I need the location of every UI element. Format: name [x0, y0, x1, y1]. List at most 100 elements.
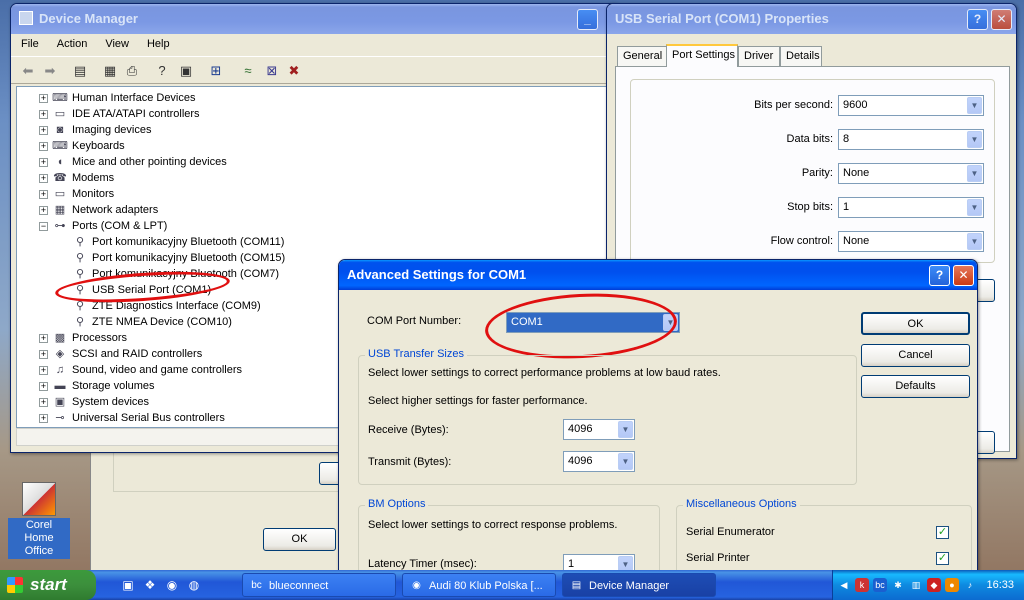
windows-logo-icon: [7, 577, 23, 593]
advanced-ok-button[interactable]: OK: [861, 312, 970, 335]
update-driver-icon[interactable]: ≈: [239, 62, 257, 80]
tray-update-icon[interactable]: ●: [945, 578, 959, 592]
start-button[interactable]: start: [0, 570, 96, 600]
com-port-select[interactable]: COM1 ▼: [506, 312, 680, 333]
tree-item-device[interactable]: ⚲ Port komunikacyjny Bluetooth (COM11): [17, 234, 607, 250]
receive-value: 4096: [568, 423, 593, 435]
tree-item-category[interactable]: + ▭ IDE ATA/ATAPI controllers: [17, 106, 607, 122]
chevron-down-icon[interactable]: ▼: [967, 199, 982, 216]
expand-icon[interactable]: +: [39, 366, 48, 375]
tree-item-category[interactable]: + ◙ Imaging devices: [17, 122, 607, 138]
tray-network-icon[interactable]: ▥: [909, 578, 923, 592]
tree-item-category[interactable]: + ☎ Modems: [17, 170, 607, 186]
uninstall-icon[interactable]: ✖: [285, 62, 303, 80]
task-chrome[interactable]: ◉ Audi 80 Klub Polska [...: [402, 573, 556, 597]
quicklaunch-chrome-icon[interactable]: ◉: [164, 577, 180, 593]
task-blueconnect[interactable]: bc blueconnect: [242, 573, 396, 597]
tree-item-category[interactable]: + ◖ Mice and other pointing devices: [17, 154, 607, 170]
latency-label: Latency Timer (msec):: [368, 558, 477, 570]
expand-icon[interactable]: +: [39, 158, 48, 167]
expand-icon[interactable]: +: [39, 142, 48, 151]
menu-file[interactable]: File: [11, 34, 47, 50]
network-icon: ▦: [54, 204, 66, 216]
task-device-manager[interactable]: ▤ Device Manager: [562, 573, 716, 597]
minimize-button[interactable]: _: [577, 9, 598, 30]
com-port-dropdown-icon[interactable]: ▼: [663, 314, 678, 331]
tray-security-icon[interactable]: ◆: [927, 578, 941, 592]
properties-titlebar[interactable]: USB Serial Port (COM1) Properties ? ✕: [607, 4, 1016, 34]
receive-select[interactable]: 4096 ▼: [563, 419, 635, 440]
quicklaunch-explorer-icon[interactable]: ▣: [120, 577, 136, 593]
tray-bluetooth-icon[interactable]: ✱: [891, 578, 905, 592]
quicklaunch-bmw-icon[interactable]: ◍: [186, 577, 202, 593]
scan-hardware-icon[interactable]: ⊞: [207, 62, 225, 80]
print-icon[interactable]: ⎙: [123, 62, 141, 80]
port-setting-select[interactable]: 9600 ▼: [838, 95, 984, 116]
expand-icon[interactable]: +: [39, 382, 48, 391]
transmit-dropdown-icon[interactable]: ▼: [618, 453, 633, 470]
tray-volume-icon[interactable]: ♪: [963, 578, 977, 592]
advanced-close-button[interactable]: ✕: [953, 265, 974, 286]
tree-item-category[interactable]: + ⌨ Keyboards: [17, 138, 607, 154]
tab-details[interactable]: Details: [780, 46, 822, 66]
port-setting-select[interactable]: None ▼: [838, 231, 984, 252]
transmit-select[interactable]: 4096 ▼: [563, 451, 635, 472]
back-arrow-icon[interactable]: ⬅: [19, 62, 37, 80]
expand-icon[interactable]: +: [39, 414, 48, 423]
chevron-down-icon[interactable]: ▼: [967, 131, 982, 148]
advanced-titlebar[interactable]: Advanced Settings for COM1 ? ✕: [339, 260, 977, 290]
tree-item-category[interactable]: + ▦ Network adapters: [17, 202, 607, 218]
receive-dropdown-icon[interactable]: ▼: [618, 421, 633, 438]
tree-item-label: Ports (COM & LPT): [72, 220, 168, 232]
expand-icon[interactable]: +: [39, 94, 48, 103]
tray-bc-icon[interactable]: bc: [873, 578, 887, 592]
collapse-icon[interactable]: −: [39, 222, 48, 231]
expand-icon[interactable]: +: [39, 334, 48, 343]
serial-enumerator-label: Serial Enumerator: [686, 526, 775, 538]
device-manager-titlebar[interactable]: Device Manager _: [11, 4, 619, 34]
advanced-cancel-button[interactable]: Cancel: [861, 344, 970, 367]
tray-app-icon[interactable]: k: [855, 578, 869, 592]
view-icon[interactable]: ▣: [177, 62, 195, 80]
expand-icon[interactable]: +: [39, 350, 48, 359]
tray-expand-icon[interactable]: ◀: [837, 578, 851, 592]
tree-item-category[interactable]: + ⌨ Human Interface Devices: [17, 90, 607, 106]
port-setting-select[interactable]: None ▼: [838, 163, 984, 184]
menu-action[interactable]: Action: [47, 34, 96, 50]
chevron-down-icon[interactable]: ▼: [967, 97, 982, 114]
tree-item-label: Keyboards: [72, 140, 125, 152]
forward-arrow-icon[interactable]: ➡: [41, 62, 59, 80]
tab-driver[interactable]: Driver: [738, 46, 780, 66]
properties-help-button[interactable]: ?: [967, 9, 988, 30]
tab-general[interactable]: General: [617, 46, 667, 66]
tree-item-category[interactable]: − ⊶ Ports (COM & LPT): [17, 218, 607, 234]
properties-icon[interactable]: ▦: [101, 62, 119, 80]
properties-close-button[interactable]: ✕: [991, 9, 1012, 30]
disable-device-icon[interactable]: ⊠: [263, 62, 281, 80]
help-icon[interactable]: ?: [153, 62, 171, 80]
background-ok-button[interactable]: OK: [263, 528, 336, 551]
expand-icon[interactable]: +: [39, 126, 48, 135]
tree-item-category[interactable]: + ▭ Monitors: [17, 186, 607, 202]
desktop-icon-corel[interactable]: Corel Home Office: [8, 482, 70, 559]
port-device-icon: ⚲: [75, 300, 85, 312]
tree-item-label: Mice and other pointing devices: [72, 156, 227, 168]
chevron-down-icon[interactable]: ▼: [967, 165, 982, 182]
serial-printer-checkbox[interactable]: ✓: [936, 552, 949, 565]
port-setting-select[interactable]: 8 ▼: [838, 129, 984, 150]
tab-port-settings[interactable]: Port Settings: [666, 44, 738, 67]
expand-icon[interactable]: +: [39, 206, 48, 215]
chevron-down-icon[interactable]: ▼: [967, 233, 982, 250]
menu-help[interactable]: Help: [137, 34, 178, 50]
expand-icon[interactable]: +: [39, 110, 48, 119]
quicklaunch-app-icon[interactable]: ❖: [142, 577, 158, 593]
expand-icon[interactable]: +: [39, 398, 48, 407]
advanced-help-button[interactable]: ?: [929, 265, 950, 286]
serial-enumerator-checkbox[interactable]: ✓: [936, 526, 949, 539]
port-setting-select[interactable]: 1 ▼: [838, 197, 984, 218]
menu-view[interactable]: View: [95, 34, 137, 50]
expand-icon[interactable]: +: [39, 190, 48, 199]
console-tree-icon[interactable]: ▤: [71, 62, 89, 80]
defaults-button[interactable]: Defaults: [861, 375, 970, 398]
expand-icon[interactable]: +: [39, 174, 48, 183]
